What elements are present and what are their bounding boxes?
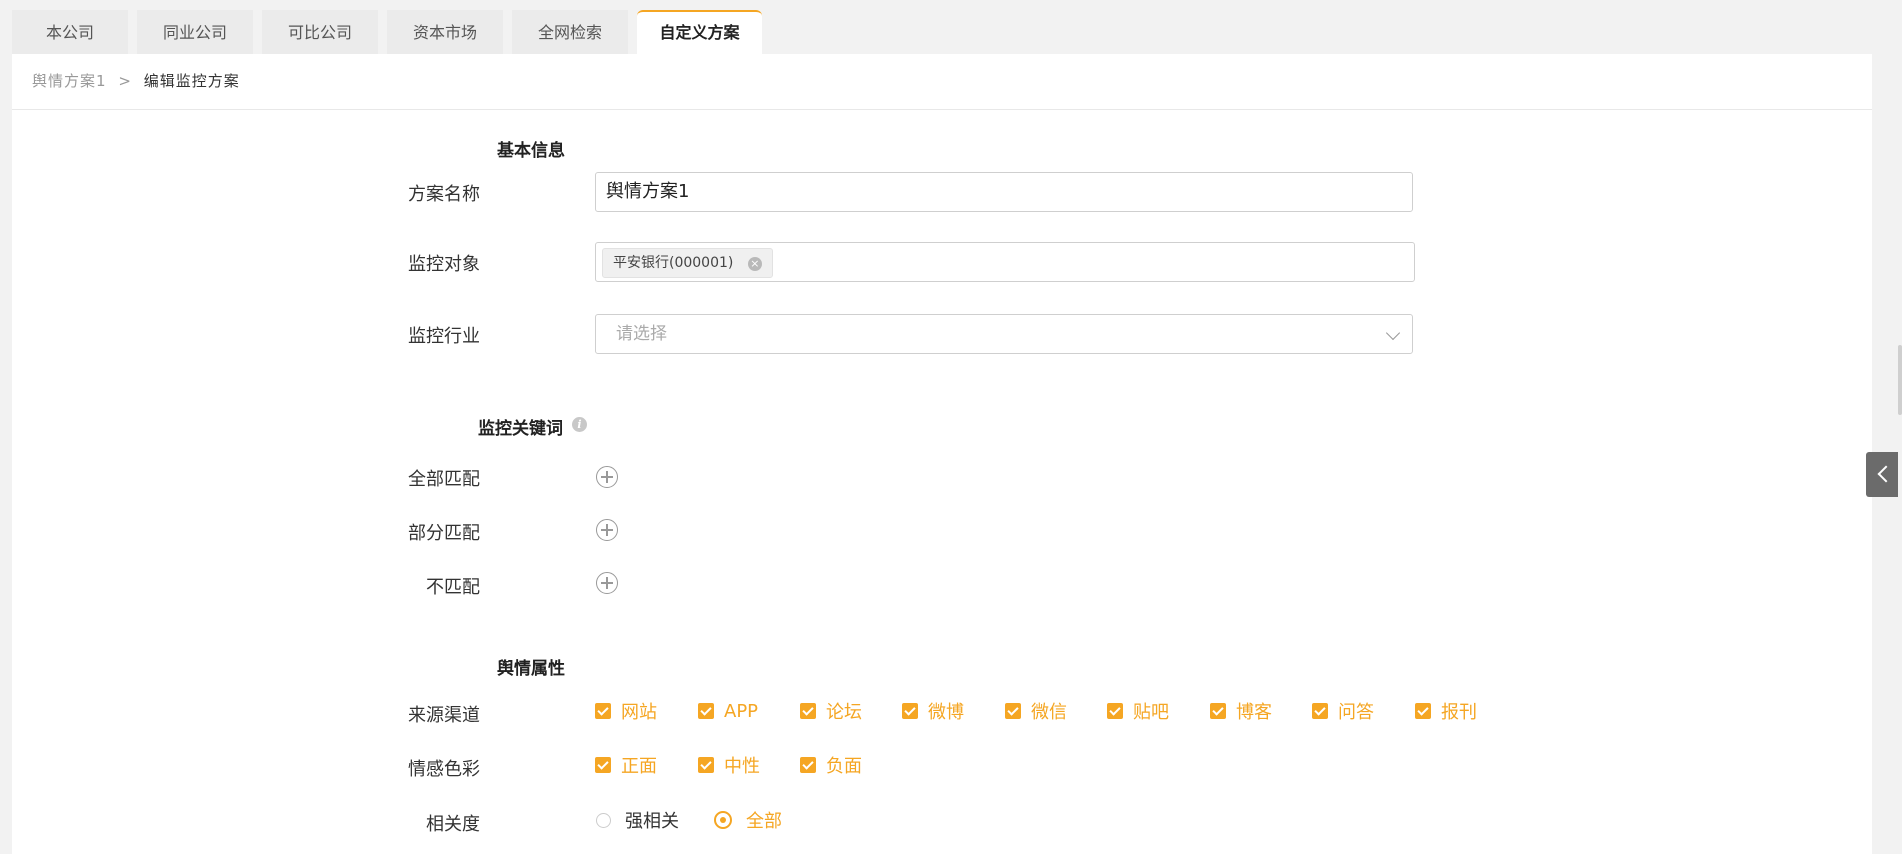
source-option-app[interactable]: APP [698, 700, 758, 722]
tab-own-company[interactable]: 本公司 [12, 10, 128, 54]
checkbox-checked-icon [1005, 703, 1021, 719]
sentiment-option-neutral[interactable]: 中性 [698, 754, 760, 777]
chevron-left-icon[interactable] [1866, 452, 1898, 497]
source-option-forum[interactable]: 论坛 [800, 700, 862, 723]
checkbox-checked-icon [1415, 703, 1431, 719]
source-option-weibo[interactable]: 微博 [902, 700, 964, 723]
relevance-label: 相关度 [426, 814, 480, 835]
source-channel-label: 来源渠道 [408, 705, 480, 726]
scrollbar-thumb[interactable] [1898, 345, 1902, 415]
checkbox-checked-icon [595, 703, 611, 719]
source-option-qa[interactable]: 问答 [1312, 700, 1374, 723]
breadcrumb: 舆情方案1 > 编辑监控方案 [32, 70, 240, 91]
checkbox-checked-icon [1210, 703, 1226, 719]
checkbox-checked-icon [1107, 703, 1123, 719]
close-icon[interactable]: × [747, 257, 762, 271]
partial-match-label: 部分匹配 [408, 523, 480, 544]
monitor-industry-label: 监控行业 [408, 326, 480, 347]
tab-capital-market[interactable]: 资本市场 [387, 10, 503, 54]
checkbox-checked-icon [1312, 703, 1328, 719]
checkbox-checked-icon [698, 703, 714, 719]
add-all-match-icon[interactable] [596, 466, 618, 488]
add-no-match-icon[interactable] [596, 572, 618, 594]
add-partial-match-icon[interactable] [596, 519, 618, 541]
header-divider [12, 109, 1872, 110]
industry-placeholder: 请选择 [616, 324, 667, 344]
source-option-website[interactable]: 网站 [595, 700, 657, 723]
tab-peer-companies[interactable]: 同业公司 [137, 10, 253, 54]
breadcrumb-separator: > [118, 72, 132, 90]
plan-name-label: 方案名称 [408, 184, 480, 205]
target-tag: 平安银行(000001) × [602, 248, 773, 278]
tab-custom-plan[interactable]: 自定义方案 [637, 10, 762, 54]
basic-info-title: 基本信息 [497, 141, 565, 161]
tab-comparable-companies[interactable]: 可比公司 [262, 10, 378, 54]
chevron-down-icon [1385, 325, 1401, 341]
tab-web-search[interactable]: 全网检索 [512, 10, 628, 54]
checkbox-checked-icon [800, 757, 816, 773]
monitor-industry-select[interactable]: 请选择 [595, 314, 1413, 354]
sentiment-option-positive[interactable]: 正面 [595, 754, 657, 777]
plan-name-input[interactable]: 舆情方案1 [595, 172, 1413, 212]
source-option-newspaper[interactable]: 报刊 [1415, 700, 1477, 723]
breadcrumb-current: 编辑监控方案 [143, 72, 240, 90]
relevance-option-strong[interactable]: 强相关 [596, 809, 679, 832]
plan-name-value: 舆情方案1 [606, 181, 690, 202]
source-option-tieba[interactable]: 贴吧 [1107, 700, 1169, 723]
monitor-target-input[interactable]: 平安银行(000001) × [595, 242, 1415, 282]
breadcrumb-parent[interactable]: 舆情方案1 [32, 72, 107, 90]
monitor-target-label: 监控对象 [408, 254, 480, 275]
relevance-option-all[interactable]: 全部 [714, 809, 782, 832]
radio-unselected-icon [596, 812, 611, 828]
source-option-wechat[interactable]: 微信 [1005, 700, 1067, 723]
source-option-blog[interactable]: 博客 [1210, 700, 1272, 723]
info-icon[interactable]: i [572, 417, 587, 432]
checkbox-checked-icon [800, 703, 816, 719]
all-match-label: 全部匹配 [408, 469, 480, 490]
tab-bar: 本公司 同业公司 可比公司 资本市场 全网检索 自定义方案 [12, 10, 762, 54]
scrollbar-track[interactable] [1896, 0, 1902, 838]
sentiment-option-negative[interactable]: 负面 [800, 754, 862, 777]
main-panel: 舆情方案1 > 编辑监控方案 基本信息 方案名称 舆情方案1 监控对象 平安银行… [12, 54, 1872, 854]
radio-selected-icon [714, 811, 732, 829]
sentiment-label: 情感色彩 [408, 759, 480, 780]
checkbox-checked-icon [595, 757, 611, 773]
target-tag-label: 平安银行(000001) [613, 255, 734, 271]
checkbox-checked-icon [698, 757, 714, 773]
attributes-title: 舆情属性 [497, 659, 565, 679]
checkbox-checked-icon [902, 703, 918, 719]
keywords-title: 监控关键词 [478, 419, 563, 439]
no-match-label: 不匹配 [426, 577, 480, 598]
